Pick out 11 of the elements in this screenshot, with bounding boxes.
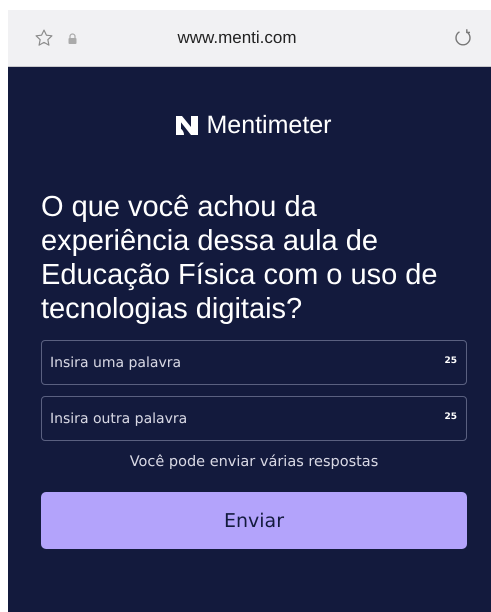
hint-text: Você pode enviar várias respostas	[128, 454, 380, 470]
reload-icon[interactable]	[453, 28, 473, 48]
logo-icon	[176, 116, 198, 135]
submit-button[interactable]: Enviar	[41, 492, 467, 549]
lock-icon	[68, 32, 77, 44]
url-text[interactable]: www.menti.com	[77, 28, 397, 48]
character-counter: 25	[444, 412, 457, 422]
question-text: O que você achou da experiência dessa aula de Educação Física com o uso de tecnologias digitais?	[41, 190, 439, 326]
star-icon[interactable]	[34, 28, 54, 48]
character-counter: 25	[444, 356, 457, 366]
logo-text: Mentimeter	[206, 111, 332, 140]
